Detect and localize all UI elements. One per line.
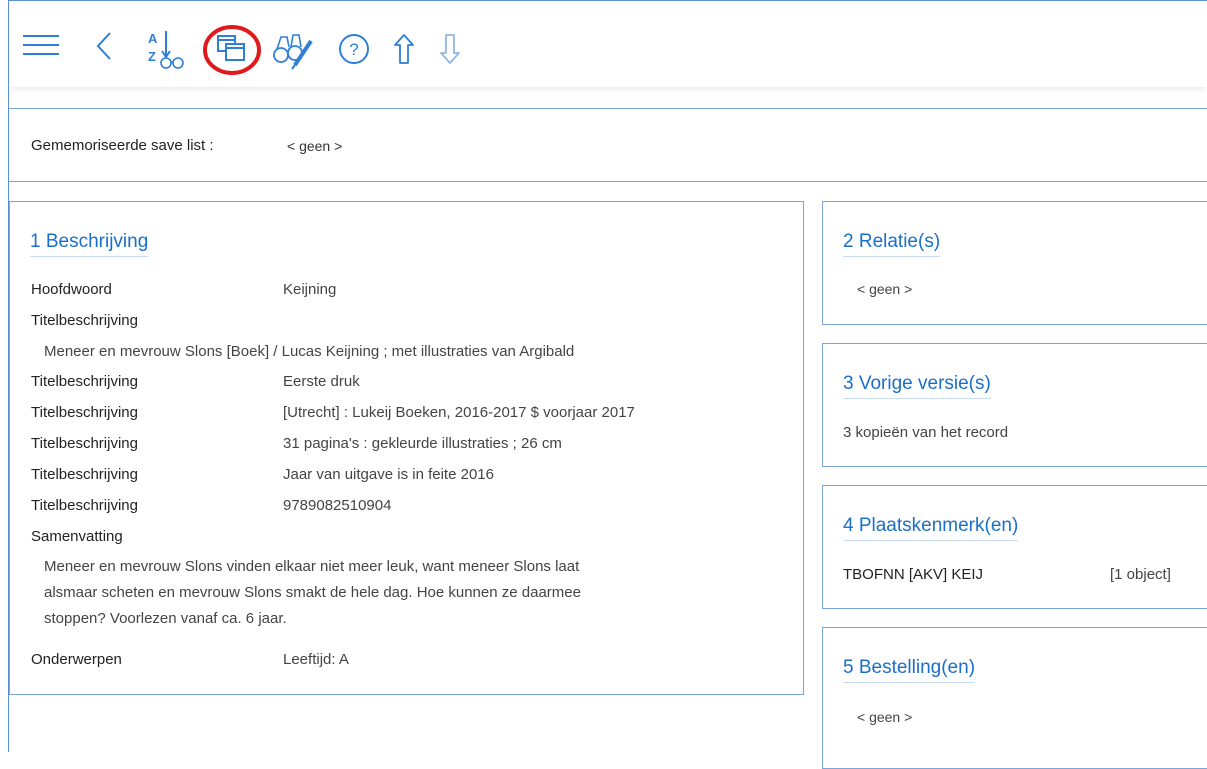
titelbeschrijving-value: 31 pagina's : gekleurde illustraties ; 2… [283, 435, 562, 452]
titelbeschrijving-label: Titelbeschrijving [31, 435, 138, 452]
memorized-save-list-value: < geen > [287, 138, 343, 154]
svg-text:A: A [148, 31, 158, 46]
titelbeschrijving-value: Eerste druk [283, 373, 360, 390]
svg-text:Z: Z [148, 49, 156, 64]
titelbeschrijving-label: Titelbeschrijving [31, 373, 138, 390]
plaatskenmerk-title[interactable]: 4 Plaatskenmerk(en) [843, 515, 1019, 541]
relaties-value: < geen > [857, 281, 913, 297]
arrow-down-icon[interactable] [439, 33, 461, 65]
plaatskenmerk-count[interactable]: [1 object] [1110, 566, 1171, 583]
relaties-panel: 2 Relatie(s) < geen > [822, 201, 1207, 325]
sort-az-icon[interactable]: A Z [146, 27, 188, 71]
menu-icon[interactable] [23, 33, 59, 57]
titelbeschrijving-value: 9789082510904 [283, 497, 392, 514]
hoofdwoord-label: Hoofdwoord [31, 281, 112, 298]
back-icon[interactable] [95, 31, 113, 61]
arrow-up-icon[interactable] [393, 33, 415, 65]
beschrijving-panel: 1 Beschrijving Hoofdwoord Keijning Titel… [9, 201, 804, 695]
titelbeschrijving-value: Meneer en mevrouw Slons [Boek] / Lucas K… [44, 343, 575, 360]
beschrijving-title[interactable]: 1 Beschrijving [30, 231, 149, 257]
windows-icon[interactable] [203, 25, 261, 75]
search-binoculars-icon[interactable] [271, 29, 315, 71]
samenvatting-line: alsmaar scheten en mevrouw Slons smakt d… [44, 584, 581, 601]
plaatskenmerk-panel: 4 Plaatskenmerk(en) TBOFNN [AKV] KEIJ [1… [822, 485, 1207, 609]
onderwerpen-label: Onderwerpen [31, 651, 122, 668]
titelbeschrijving-value: [Utrecht] : Lukeij Boeken, 2016-2017 $ v… [283, 404, 635, 421]
onderwerpen-value: Leeftijd: A [283, 651, 349, 668]
titelbeschrijving-label: Titelbeschrijving [31, 312, 138, 329]
bestellingen-value: < geen > [857, 709, 913, 725]
samenvatting-label: Samenvatting [31, 528, 123, 545]
help-icon[interactable]: ? [338, 33, 370, 65]
toolbar: A Z ? [9, 1, 1207, 87]
titelbeschrijving-label: Titelbeschrijving [31, 497, 138, 514]
memorized-save-list-panel: Gememoriseerde save list : < geen > [9, 108, 1207, 182]
vorige-versies-panel: 3 Vorige versie(s) 3 kopieën van het rec… [822, 343, 1207, 467]
samenvatting-line: Meneer en mevrouw Slons vinden elkaar ni… [44, 558, 580, 575]
samenvatting-line: stoppen? Voorlezen vanaf ca. 6 jaar. [44, 610, 287, 627]
vorige-versies-value[interactable]: 3 kopieën van het record [843, 424, 1008, 441]
samenvatting-text: Meneer en mevrouw Slons vinden elkaar ni… [44, 554, 784, 632]
memorized-save-list-label: Gememoriseerde save list : [31, 137, 214, 154]
plaatskenmerk-code: TBOFNN [AKV] KEIJ [843, 566, 984, 583]
hoofdwoord-value: Keijning [283, 281, 337, 298]
vorige-versies-title[interactable]: 3 Vorige versie(s) [843, 373, 991, 399]
titelbeschrijving-label: Titelbeschrijving [31, 404, 138, 421]
titelbeschrijving-value: Jaar van uitgave is in feite 2016 [283, 466, 494, 483]
bestellingen-title[interactable]: 5 Bestelling(en) [843, 657, 976, 683]
bestellingen-panel: 5 Bestelling(en) < geen > [822, 627, 1207, 769]
relaties-title[interactable]: 2 Relatie(s) [843, 231, 941, 257]
svg-text:?: ? [349, 40, 358, 59]
titelbeschrijving-label: Titelbeschrijving [31, 466, 138, 483]
